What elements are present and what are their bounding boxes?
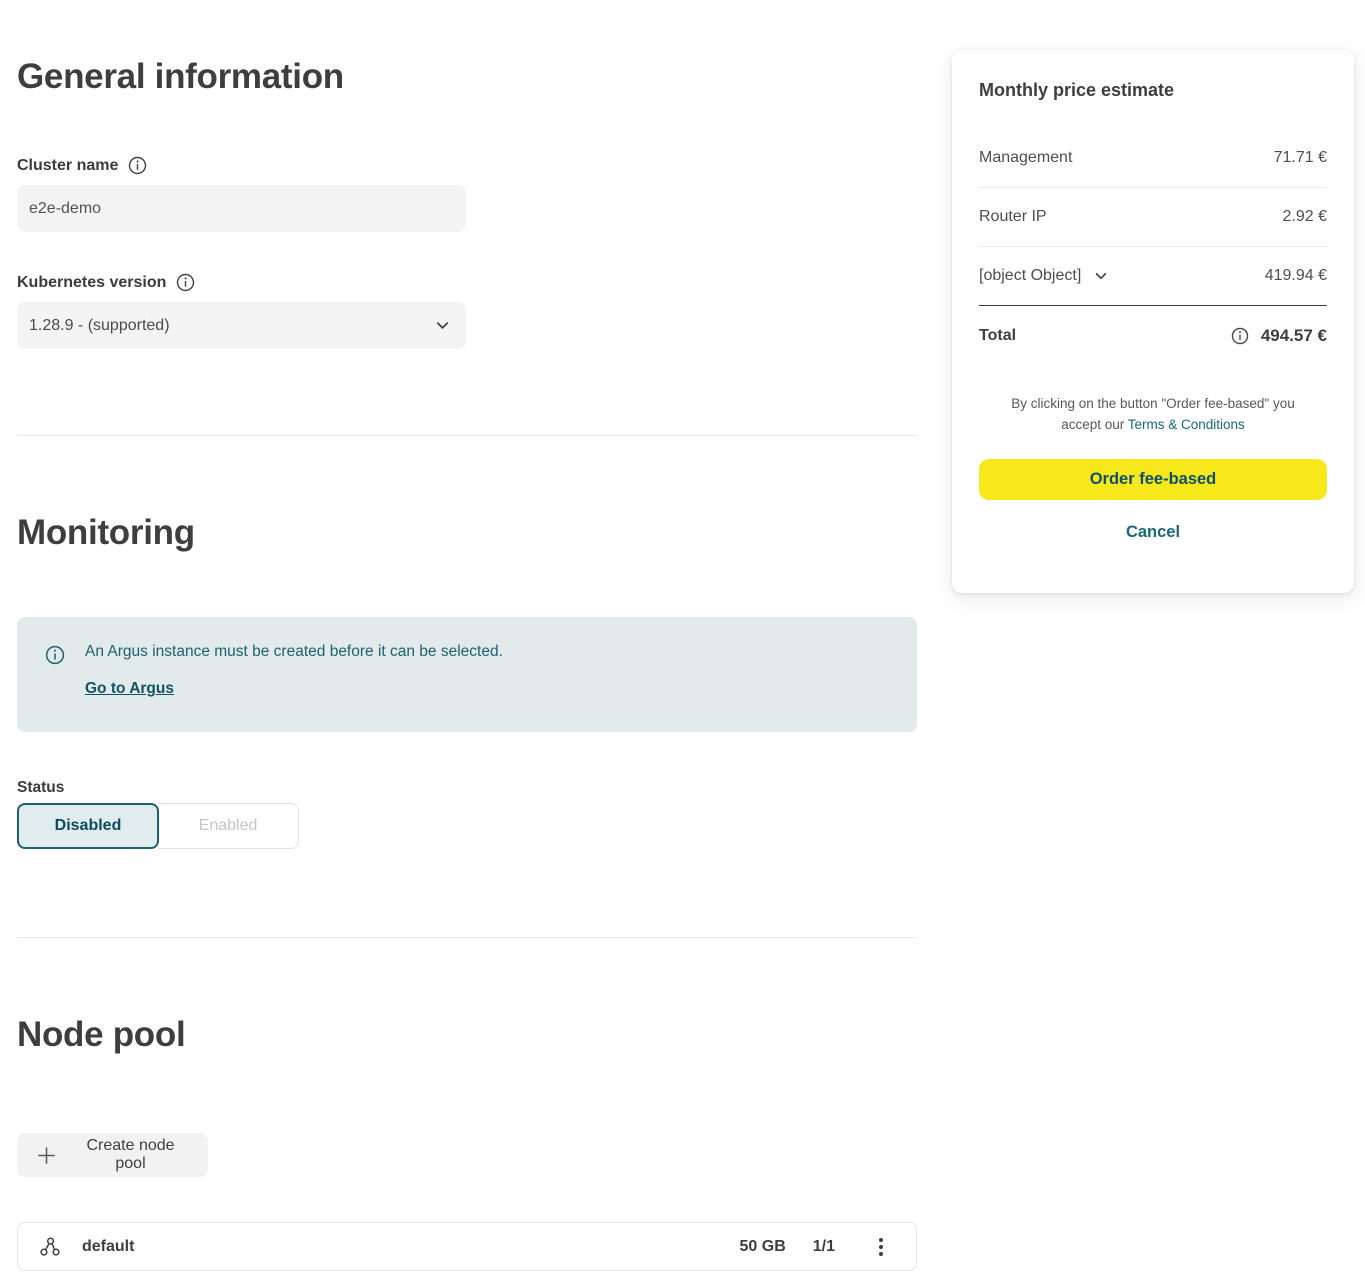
section-divider bbox=[17, 435, 917, 436]
price-item-label: Management bbox=[979, 149, 1072, 167]
node-pool-volume-size: 50 GB bbox=[740, 1238, 786, 1256]
node-pool-node-count: 1/1 bbox=[813, 1238, 835, 1256]
general-information-heading: General information bbox=[17, 57, 344, 97]
price-row-router-ip: Router IP 2.92 € bbox=[979, 188, 1327, 247]
kubernetes-version-label-row: Kubernetes version bbox=[17, 273, 195, 292]
info-icon bbox=[45, 645, 65, 665]
kubernetes-version-value: 1.28.9 - (supported) bbox=[29, 317, 170, 335]
argus-info-alert: An Argus instance must be created before… bbox=[17, 617, 917, 732]
info-icon[interactable] bbox=[176, 273, 195, 292]
status-option-disabled[interactable]: Disabled bbox=[17, 803, 159, 849]
disclaimer-line2-prefix: accept our bbox=[1061, 417, 1128, 432]
price-row-node-pools: [object Object] 419.94 € bbox=[979, 247, 1327, 306]
cluster-name-input[interactable] bbox=[17, 185, 466, 232]
monthly-price-estimate-card: Monthly price estimate Management 71.71 … bbox=[952, 50, 1354, 593]
price-estimate-title: Monthly price estimate bbox=[979, 80, 1327, 101]
chevron-down-icon bbox=[435, 318, 450, 333]
price-item-label: [object Object] bbox=[979, 267, 1081, 285]
info-icon[interactable] bbox=[128, 156, 147, 175]
price-item-value: 419.94 € bbox=[1265, 267, 1327, 285]
alert-message: An Argus instance must be created before… bbox=[85, 643, 503, 661]
status-option-enabled[interactable]: Enabled bbox=[158, 803, 299, 849]
node-pool-row[interactable]: default 50 GB 1/1 bbox=[17, 1222, 917, 1271]
info-icon[interactable] bbox=[1231, 327, 1249, 345]
node-pool-icon bbox=[39, 1236, 61, 1258]
status-toggle: Disabled Enabled bbox=[17, 803, 299, 849]
order-fee-based-button[interactable]: Order fee-based bbox=[979, 459, 1327, 500]
disclaimer-line1: By clicking on the button "Order fee-bas… bbox=[1011, 396, 1295, 411]
status-label: Status bbox=[17, 779, 64, 797]
kubernetes-version-select[interactable]: 1.28.9 - (supported) bbox=[17, 302, 466, 349]
price-item-value: 71.71 € bbox=[1274, 149, 1327, 167]
plus-icon bbox=[37, 1146, 56, 1165]
price-item-label: Router IP bbox=[979, 208, 1047, 226]
monitoring-heading: Monitoring bbox=[17, 513, 195, 553]
kubernetes-version-label: Kubernetes version bbox=[17, 274, 166, 292]
price-item-value: 2.92 € bbox=[1283, 208, 1327, 226]
total-value: 494.57 € bbox=[1261, 326, 1327, 346]
create-node-pool-label: Create node pool bbox=[73, 1137, 188, 1173]
price-row-management: Management 71.71 € bbox=[979, 129, 1327, 188]
section-divider bbox=[17, 937, 917, 938]
terms-and-conditions-link[interactable]: Terms & Conditions bbox=[1128, 417, 1245, 432]
chevron-down-icon[interactable] bbox=[1094, 269, 1108, 283]
node-pool-heading: Node pool bbox=[17, 1015, 185, 1055]
cluster-name-label-row: Cluster name bbox=[17, 156, 147, 175]
order-disclaimer: By clicking on the button "Order fee-bas… bbox=[979, 393, 1327, 435]
price-row-total: Total 494.57 € bbox=[979, 306, 1327, 365]
go-to-argus-link[interactable]: Go to Argus bbox=[85, 680, 174, 698]
cluster-name-label: Cluster name bbox=[17, 157, 118, 175]
node-pool-name: default bbox=[82, 1238, 134, 1256]
kebab-menu-icon[interactable] bbox=[875, 1234, 887, 1260]
cancel-button[interactable]: Cancel bbox=[979, 523, 1327, 542]
create-node-pool-button[interactable]: Create node pool bbox=[17, 1133, 208, 1177]
total-label: Total bbox=[979, 327, 1016, 345]
